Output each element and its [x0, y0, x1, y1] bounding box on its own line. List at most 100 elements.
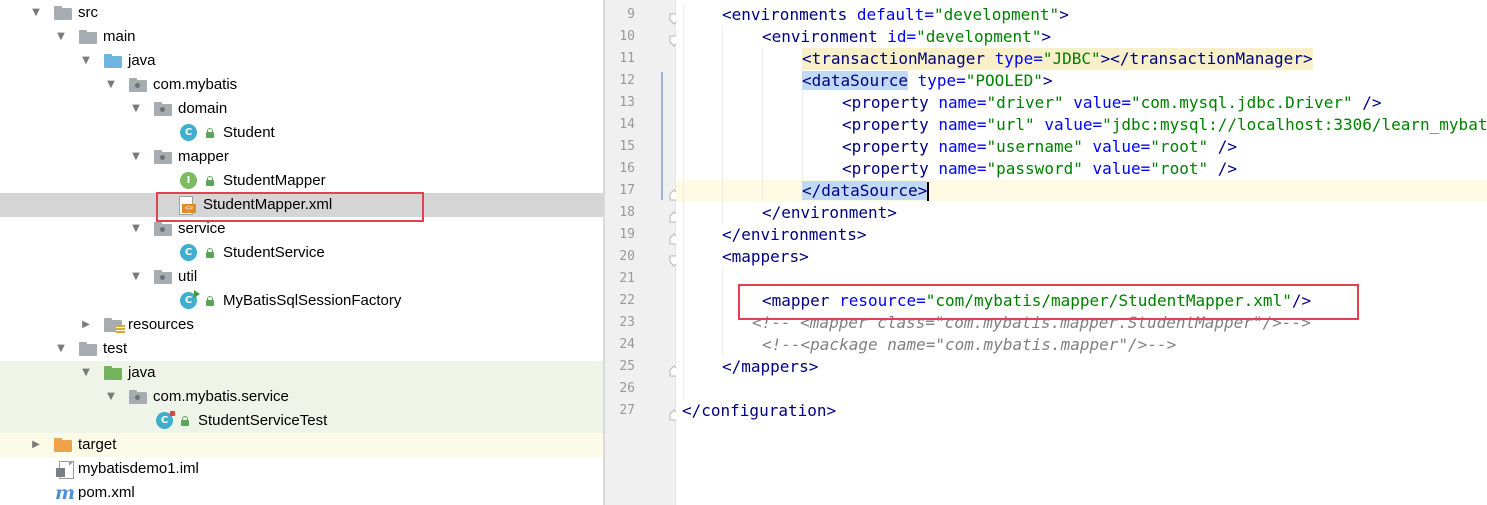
- chevron-down-icon[interactable]: ▼: [128, 265, 144, 289]
- chevron-right-icon[interactable]: ▶: [78, 313, 94, 337]
- folder-icon: [79, 30, 97, 44]
- excluded-folder-icon: [54, 438, 72, 452]
- code-line: <mappers>: [676, 246, 1487, 268]
- line-number: 12: [619, 73, 635, 88]
- line-number: 13: [619, 95, 635, 110]
- package-icon: [154, 150, 172, 164]
- line-number: 10: [619, 29, 635, 44]
- code-editor[interactable]: <environments default="development"> <en…: [676, 0, 1487, 505]
- chevron-down-icon[interactable]: ▼: [103, 73, 119, 97]
- chevron-down-icon[interactable]: ▼: [53, 25, 69, 49]
- line-number: 27: [619, 403, 635, 418]
- line-number: 9: [627, 7, 635, 22]
- runnable-class-icon: C: [180, 290, 200, 309]
- code-line: <property name="password" value="root" /…: [676, 158, 1487, 180]
- tree-row-student-service-test[interactable]: C StudentServiceTest: [0, 409, 603, 433]
- code-line: <property name="driver" value="com.mysql…: [676, 92, 1487, 114]
- vcs-change-marker: [661, 72, 663, 200]
- chevron-down-icon[interactable]: ▼: [28, 1, 44, 25]
- tree-row-iml[interactable]: mybatisdemo1.iml: [0, 457, 603, 481]
- package-icon: [154, 102, 172, 116]
- tree-label: StudentMapper: [223, 172, 326, 189]
- folder-icon: [79, 342, 97, 356]
- source-folder-icon: [104, 54, 122, 68]
- editor-gutter: 9 10 11 12 13 14 15 16 17 18 19 20 21 22…: [605, 0, 675, 505]
- lock-icon: [206, 176, 214, 186]
- project-tree: ▼ src ▼ main ▼ java ▼ com.mybatis ▼ doma…: [0, 0, 603, 505]
- line-number: 18: [619, 205, 635, 220]
- tree-label: Student: [223, 124, 275, 141]
- tree-label: java: [128, 364, 156, 381]
- tree-row-mapper[interactable]: ▼ mapper: [0, 145, 603, 169]
- tree-row-student-service[interactable]: C StudentService: [0, 241, 603, 265]
- tree-row-resources[interactable]: ▶ resources: [0, 313, 603, 337]
- tree-row-com-mybatis[interactable]: ▼ com.mybatis: [0, 73, 603, 97]
- tree-label: com.mybatis: [153, 76, 238, 93]
- line-number: 23: [619, 315, 635, 330]
- tree-row-mybatis-sql-session-factory[interactable]: C MyBatisSqlSessionFactory: [0, 289, 603, 313]
- resources-folder-icon: [104, 318, 125, 333]
- tree-label: pom.xml: [78, 484, 135, 501]
- package-icon: [129, 78, 147, 92]
- tree-label: java: [128, 52, 156, 69]
- maven-icon: m: [55, 482, 76, 504]
- chevron-down-icon[interactable]: ▼: [78, 361, 94, 385]
- test-source-folder-icon: [104, 366, 122, 380]
- chevron-down-icon[interactable]: ▼: [128, 145, 144, 169]
- package-icon: [154, 222, 172, 236]
- test-class-icon: C: [156, 411, 175, 429]
- lock-icon: [206, 128, 214, 138]
- tree-row-java[interactable]: ▼ java: [0, 49, 603, 73]
- line-number: 21: [619, 271, 635, 286]
- code-line-comment: <!--<package name="com.mybatis.mapper"/>…: [676, 334, 1487, 356]
- code-line: <dataSource type="POOLED">: [676, 70, 1487, 92]
- tree-label: src: [78, 4, 98, 21]
- tree-label: main: [103, 28, 136, 45]
- code-line: <transactionManager type="JDBC"></transa…: [676, 48, 1487, 70]
- tree-row-src[interactable]: ▼ src: [0, 1, 603, 25]
- code-line: </environment>: [676, 202, 1487, 224]
- tree-row-test-java[interactable]: ▼ java: [0, 361, 603, 385]
- tree-row-domain[interactable]: ▼ domain: [0, 97, 603, 121]
- line-number: 25: [619, 359, 635, 374]
- code-line: <environments default="development">: [676, 4, 1487, 26]
- chevron-down-icon[interactable]: ▼: [53, 337, 69, 361]
- tree-label: MyBatisSqlSessionFactory: [223, 292, 402, 309]
- chevron-right-icon[interactable]: ▶: [28, 433, 44, 457]
- tree-label: target: [78, 436, 117, 453]
- line-number: 16: [619, 161, 635, 176]
- code-line: <environment id="development">: [676, 26, 1487, 48]
- code-line-empty: [676, 378, 1487, 400]
- tree-row-pom[interactable]: m pom.xml: [0, 481, 603, 505]
- tree-row-main[interactable]: ▼ main: [0, 25, 603, 49]
- chevron-down-icon[interactable]: ▼: [128, 217, 144, 241]
- tree-label: StudentService: [223, 244, 325, 261]
- lock-icon: [181, 416, 189, 426]
- tree-row-com-mybatis-service[interactable]: ▼ com.mybatis.service: [0, 385, 603, 409]
- line-number: 20: [619, 249, 635, 264]
- tree-label: util: [178, 268, 198, 285]
- tree-row-student[interactable]: C Student: [0, 121, 603, 145]
- tree-row-student-mapper[interactable]: I StudentMapper: [0, 169, 603, 193]
- line-number: 22: [619, 293, 635, 308]
- tree-label: test: [103, 340, 128, 357]
- lock-icon: [206, 296, 214, 306]
- package-icon: [154, 270, 172, 284]
- tree-label: StudentServiceTest: [198, 412, 328, 429]
- chevron-down-icon[interactable]: ▼: [128, 97, 144, 121]
- lock-icon: [206, 248, 214, 258]
- interface-icon: I: [180, 172, 197, 189]
- tree-row-test[interactable]: ▼ test: [0, 337, 603, 361]
- tree-row-util[interactable]: ▼ util: [0, 265, 603, 289]
- highlight-box: [156, 192, 424, 222]
- code-line: <property name="username" value="root" /…: [676, 136, 1487, 158]
- tree-row-target[interactable]: ▶ target: [0, 433, 603, 457]
- chevron-down-icon[interactable]: ▼: [78, 49, 94, 73]
- module-file-icon: [56, 461, 74, 479]
- code-line-current: </dataSource>: [676, 180, 1487, 202]
- code-line: </configuration>: [682, 401, 837, 420]
- tree-label: com.mybatis.service: [153, 388, 289, 405]
- tree-label: domain: [178, 100, 228, 117]
- line-number: 26: [619, 381, 635, 396]
- chevron-down-icon[interactable]: ▼: [103, 385, 119, 409]
